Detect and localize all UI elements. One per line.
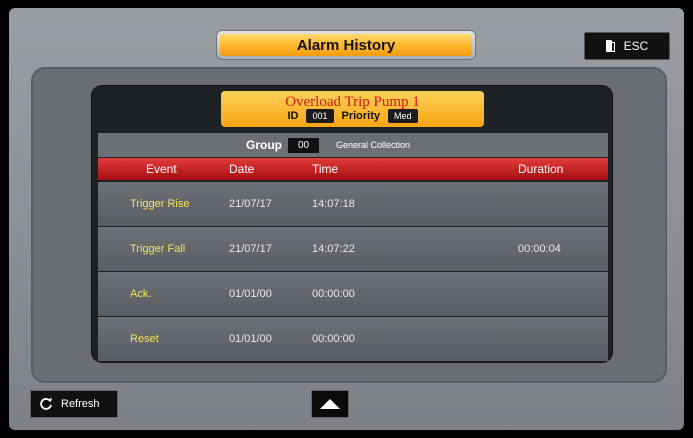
- id-label: ID: [287, 110, 299, 122]
- refresh-icon: [40, 397, 52, 410]
- column-header-time: Time: [312, 162, 339, 176]
- priority-value: Med: [388, 109, 418, 123]
- time-cell: 14:07:22: [312, 243, 355, 255]
- time-cell: 00:00:00: [312, 333, 355, 345]
- date-cell: 01/01/00: [229, 333, 272, 345]
- title-panel: Alarm History: [220, 34, 472, 56]
- event-cell: Trigger Fall: [130, 243, 186, 255]
- table-row[interactable]: Ack. 01/01/00 00:00:00: [98, 272, 608, 316]
- table-header: Event Date Time Duration: [98, 158, 608, 180]
- scroll-up-button[interactable]: [311, 390, 349, 418]
- title-bar: Alarm History: [216, 30, 476, 60]
- refresh-label: Refresh: [61, 398, 100, 410]
- arrow-up-icon: [320, 399, 340, 409]
- date-cell: 21/07/17: [229, 243, 272, 255]
- alarm-meta: ID 001 Priority Med: [221, 109, 484, 123]
- time-cell: 00:00:00: [312, 288, 355, 300]
- group-label: Group: [246, 138, 282, 152]
- time-cell: 14:07:18: [312, 198, 355, 210]
- event-cell: Trigger Rise: [130, 198, 190, 210]
- column-header-date: Date: [229, 162, 255, 176]
- date-cell: 21/07/17: [229, 198, 272, 210]
- alarm-header: Overload Trip Pump 1 ID 001 Priority Med: [221, 91, 484, 127]
- door-icon: [605, 40, 615, 52]
- event-cell: Reset: [130, 333, 159, 345]
- column-header-duration: Duration: [518, 162, 564, 176]
- group-row: Group 00 General Collection: [98, 133, 608, 157]
- group-name: General Collection: [336, 140, 411, 150]
- date-cell: 01/01/00: [229, 288, 272, 300]
- priority-label: Priority: [341, 110, 381, 122]
- table-row[interactable]: Trigger Rise 21/07/17 14:07:18: [98, 182, 608, 226]
- refresh-button[interactable]: Refresh: [30, 390, 118, 418]
- table-row[interactable]: Reset 01/01/00 00:00:00: [98, 317, 608, 361]
- esc-label: ESC: [623, 39, 649, 53]
- page-title: Alarm History: [296, 36, 396, 54]
- esc-button[interactable]: ESC: [584, 32, 670, 60]
- table-row[interactable]: Trigger Fall 21/07/17 14:07:22 00:00:04: [98, 227, 608, 271]
- event-cell: Ack.: [130, 288, 152, 300]
- column-header-event: Event: [146, 162, 177, 176]
- group-value: 00: [288, 137, 320, 153]
- id-value: 001: [306, 109, 334, 123]
- duration-cell: 00:00:04: [518, 243, 561, 255]
- alarm-history-table: Trigger Rise 21/07/17 14:07:18 Trigger F…: [98, 182, 608, 362]
